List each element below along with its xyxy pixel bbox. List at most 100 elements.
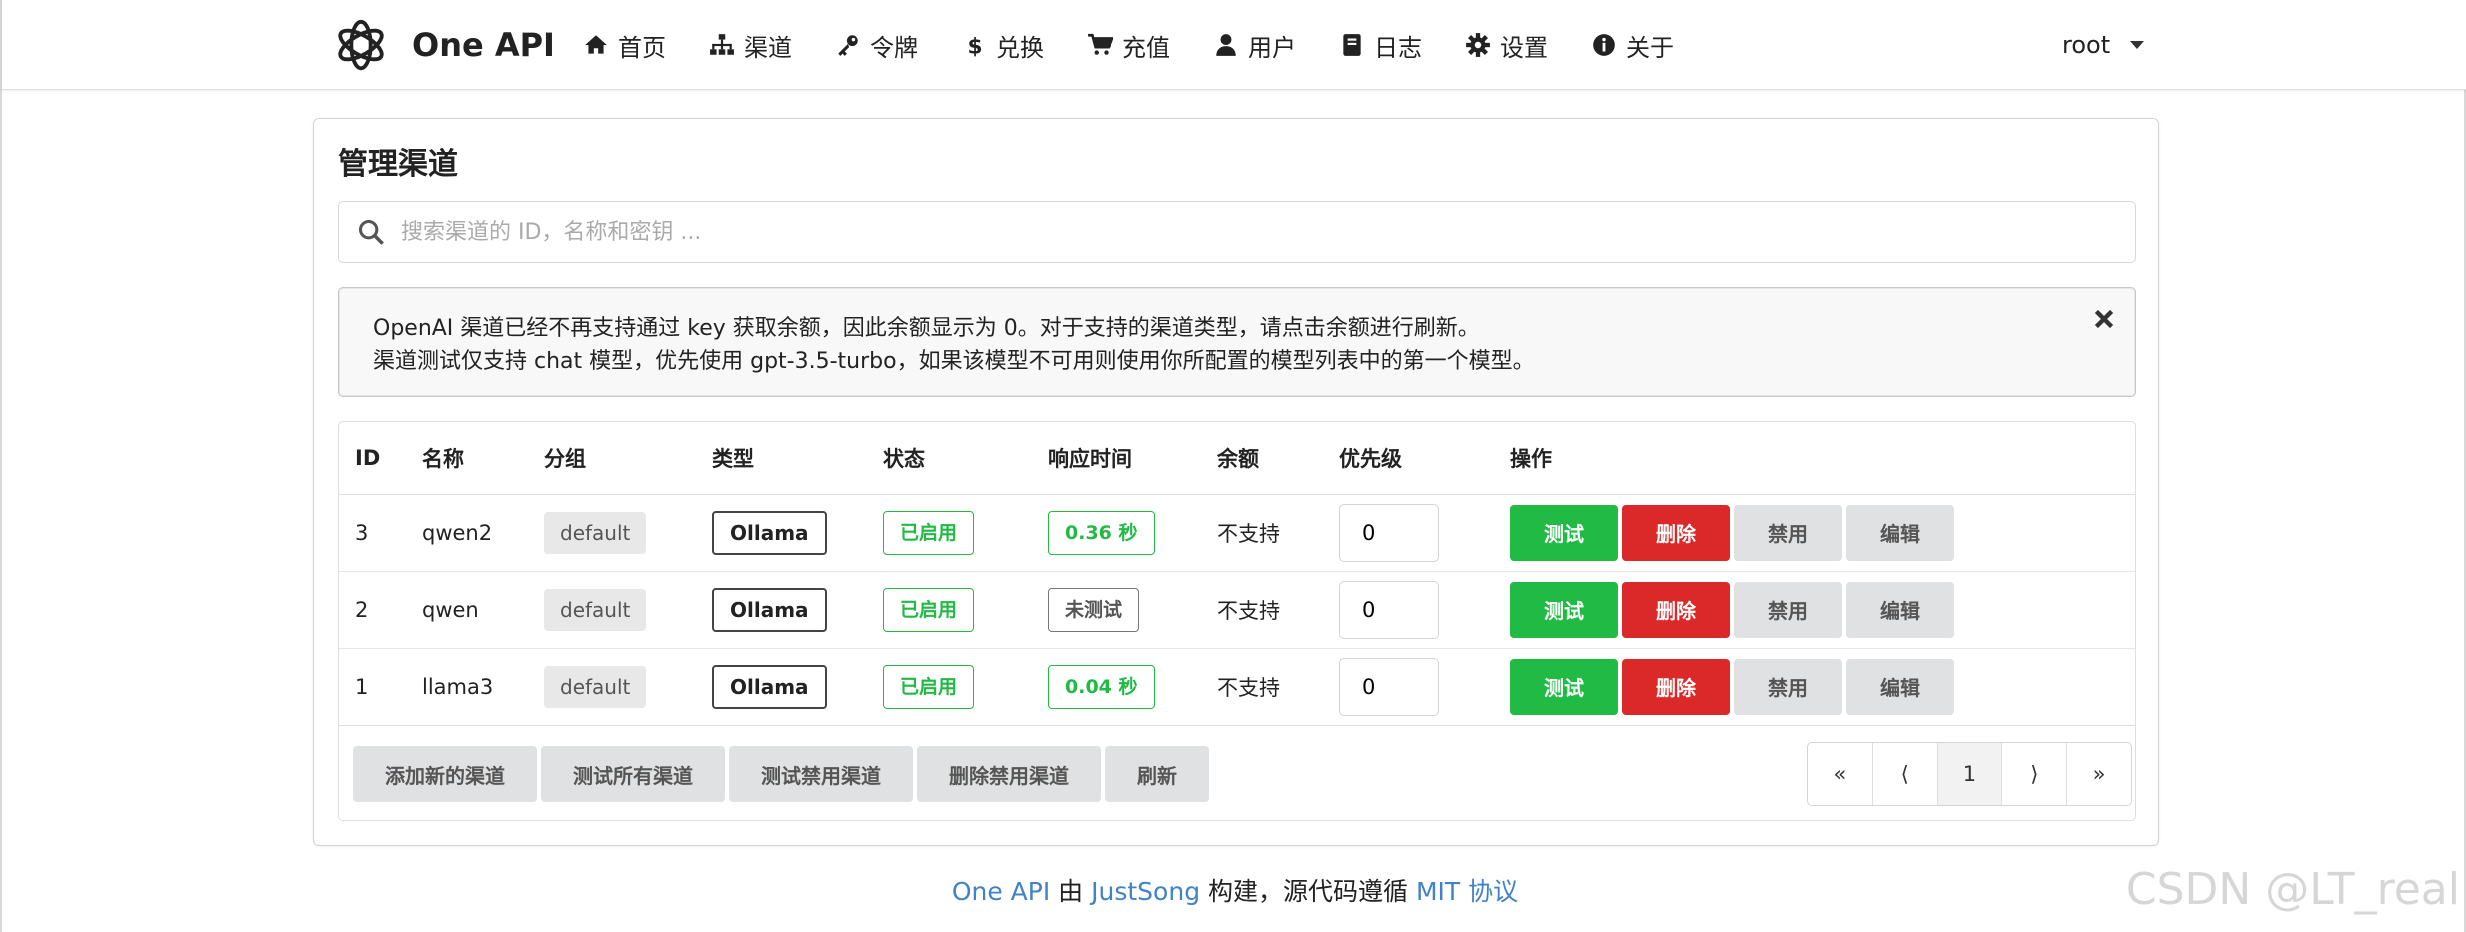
pagination-first[interactable]: « <box>1808 743 1873 805</box>
edit-button[interactable]: 编辑 <box>1846 658 1954 715</box>
header-name[interactable]: 名称 <box>406 422 528 495</box>
cell-id: 1 <box>339 648 406 726</box>
cell-id: 2 <box>339 571 406 649</box>
menu-item-home[interactable]: 首页 <box>582 28 666 63</box>
priority-input[interactable] <box>1339 657 1439 716</box>
cart-icon <box>1086 31 1114 59</box>
disable-button[interactable]: 禁用 <box>1734 658 1842 715</box>
cell-name: qwen <box>406 571 528 649</box>
delete-button[interactable]: 删除 <box>1622 504 1730 561</box>
notice-line-2: 渠道测试仅支持 chat 模型，优先使用 gpt-3.5-turbo，如果该模型… <box>373 349 1535 374</box>
pagination-next[interactable]: ⟩ <box>2002 743 2068 805</box>
response-time-badge[interactable]: 0.36 秒 <box>1048 510 1155 555</box>
footer-link-oneapi[interactable]: One API <box>952 877 1050 906</box>
menu-label: 用户 <box>1248 33 1296 62</box>
menu-label: 充值 <box>1122 33 1170 62</box>
pagination-last[interactable]: » <box>2067 743 2131 805</box>
gear-icon <box>1464 31 1492 59</box>
disable-button[interactable]: 禁用 <box>1734 504 1842 561</box>
main-menu: 首页 渠道 令牌 $ 兑换 充值 用户 日志 设置 关于 <box>582 0 1716 90</box>
sitemap-icon <box>708 31 736 59</box>
header-priority[interactable]: 优先级 <box>1323 422 1494 495</box>
pagination: « ⟨ 1 ⟩ » <box>1807 742 2132 806</box>
footer-link-author[interactable]: JustSong <box>1091 877 1200 906</box>
dollar-icon: $ <box>960 31 988 59</box>
cell-balance[interactable]: 不支持 <box>1201 648 1323 726</box>
menu-item-topup[interactable]: 充值 <box>1086 28 1170 63</box>
menu-label: 日志 <box>1374 33 1422 62</box>
notice-line-1: OpenAI 渠道已经不再支持通过 key 获取余额，因此余额显示为 0。对于支… <box>373 316 1480 341</box>
footer-link-license[interactable]: MIT 协议 <box>1416 877 1518 906</box>
pagination-prev[interactable]: ⟨ <box>1873 743 1938 805</box>
pagination-current[interactable]: 1 <box>1937 743 2003 805</box>
menu-label: 令牌 <box>870 33 918 62</box>
header-type[interactable]: 类型 <box>696 422 867 495</box>
status-badge: 已启用 <box>883 587 975 632</box>
delete-disabled-channels-button[interactable]: 删除禁用渠道 <box>917 746 1101 802</box>
username: root <box>2062 31 2111 59</box>
header-id[interactable]: ID <box>339 422 406 495</box>
cell-name: llama3 <box>406 648 528 726</box>
group-label: default <box>544 665 647 708</box>
test-disabled-channels-button[interactable]: 测试禁用渠道 <box>729 746 913 802</box>
openai-logo-icon <box>338 19 384 71</box>
table-header-row: ID 名称 分组 类型 状态 响应时间 余额 优先级 操作 <box>339 422 2135 495</box>
cell-balance[interactable]: 不支持 <box>1201 494 1323 572</box>
menu-item-settings[interactable]: 设置 <box>1464 28 1548 63</box>
cell-balance[interactable]: 不支持 <box>1201 571 1323 649</box>
priority-input[interactable] <box>1339 503 1439 562</box>
edit-button[interactable]: 编辑 <box>1846 581 1954 638</box>
group-label: default <box>544 588 647 631</box>
header-balance[interactable]: 余额 <box>1201 422 1323 495</box>
response-time-badge[interactable]: 0.04 秒 <box>1048 664 1155 709</box>
search-input[interactable] <box>399 218 2099 246</box>
brand[interactable]: One API <box>330 14 555 76</box>
menu-item-users[interactable]: 用户 <box>1212 28 1296 63</box>
menu-item-about[interactable]: 关于 <box>1590 28 1674 63</box>
user-dropdown[interactable]: root <box>2062 0 2145 90</box>
test-all-channels-button[interactable]: 测试所有渠道 <box>541 746 725 802</box>
close-icon[interactable] <box>2091 306 2117 332</box>
channels-card: 管理渠道 OpenAI 渠道已经不再支持通过 key 获取余额，因此余额显示为 … <box>313 118 2159 846</box>
add-channel-button[interactable]: 添加新的渠道 <box>353 746 537 802</box>
test-button[interactable]: 测试 <box>1510 581 1618 638</box>
watermark: CSDN @LT_real <box>2125 864 2460 915</box>
menu-label: 渠道 <box>744 33 792 62</box>
menu-label: 首页 <box>618 33 666 62</box>
brand-name: One API <box>412 26 555 64</box>
caret-down-icon <box>2130 41 2145 49</box>
delete-button[interactable]: 删除 <box>1622 581 1730 638</box>
menu-item-redeem[interactable]: $ 兑换 <box>960 28 1045 63</box>
type-label: Ollama <box>712 587 827 632</box>
test-button[interactable]: 测试 <box>1510 658 1618 715</box>
delete-button[interactable]: 删除 <box>1622 658 1730 715</box>
footer-text: 构建，源代码遵循 <box>1200 877 1416 906</box>
channels-table-container: ID 名称 分组 类型 状态 响应时间 余额 优先级 操作 3 qwen2 de… <box>338 421 2136 821</box>
info-icon <box>1590 31 1618 59</box>
menu-item-channels[interactable]: 渠道 <box>708 28 792 63</box>
header-actions: 操作 <box>1494 422 2135 495</box>
app-frame: One API 首页 渠道 令牌 $ 兑换 充值 用户 日志 设置 关于 roo… <box>0 0 2466 932</box>
header-response-time[interactable]: 响应时间 <box>1032 422 1201 495</box>
home-icon <box>582 31 610 59</box>
menu-label: 设置 <box>1500 33 1548 62</box>
header-status[interactable]: 状态 <box>867 422 1032 495</box>
type-label: Ollama <box>712 510 827 555</box>
test-button[interactable]: 测试 <box>1510 504 1618 561</box>
response-time-badge[interactable]: 未测试 <box>1048 587 1140 632</box>
disable-button[interactable]: 禁用 <box>1734 581 1842 638</box>
priority-input[interactable] <box>1339 580 1439 639</box>
header-group[interactable]: 分组 <box>528 422 696 495</box>
cell-name: qwen2 <box>406 494 528 572</box>
refresh-button[interactable]: 刷新 <box>1105 746 1209 802</box>
menu-item-logs[interactable]: 日志 <box>1338 28 1422 63</box>
status-badge: 已启用 <box>883 510 975 555</box>
key-icon <box>834 31 862 59</box>
table-row: 3 qwen2 default Ollama 已启用 0.36 秒 不支持 测试… <box>339 494 2135 572</box>
edit-button[interactable]: 编辑 <box>1846 504 1954 561</box>
table-row: 2 qwen default Ollama 已启用 未测试 不支持 测试 删除 <box>339 571 2135 649</box>
status-badge: 已启用 <box>883 664 975 709</box>
menu-item-tokens[interactable]: 令牌 <box>834 28 918 63</box>
page-title: 管理渠道 <box>338 147 458 182</box>
menu-label: 兑换 <box>996 33 1044 62</box>
